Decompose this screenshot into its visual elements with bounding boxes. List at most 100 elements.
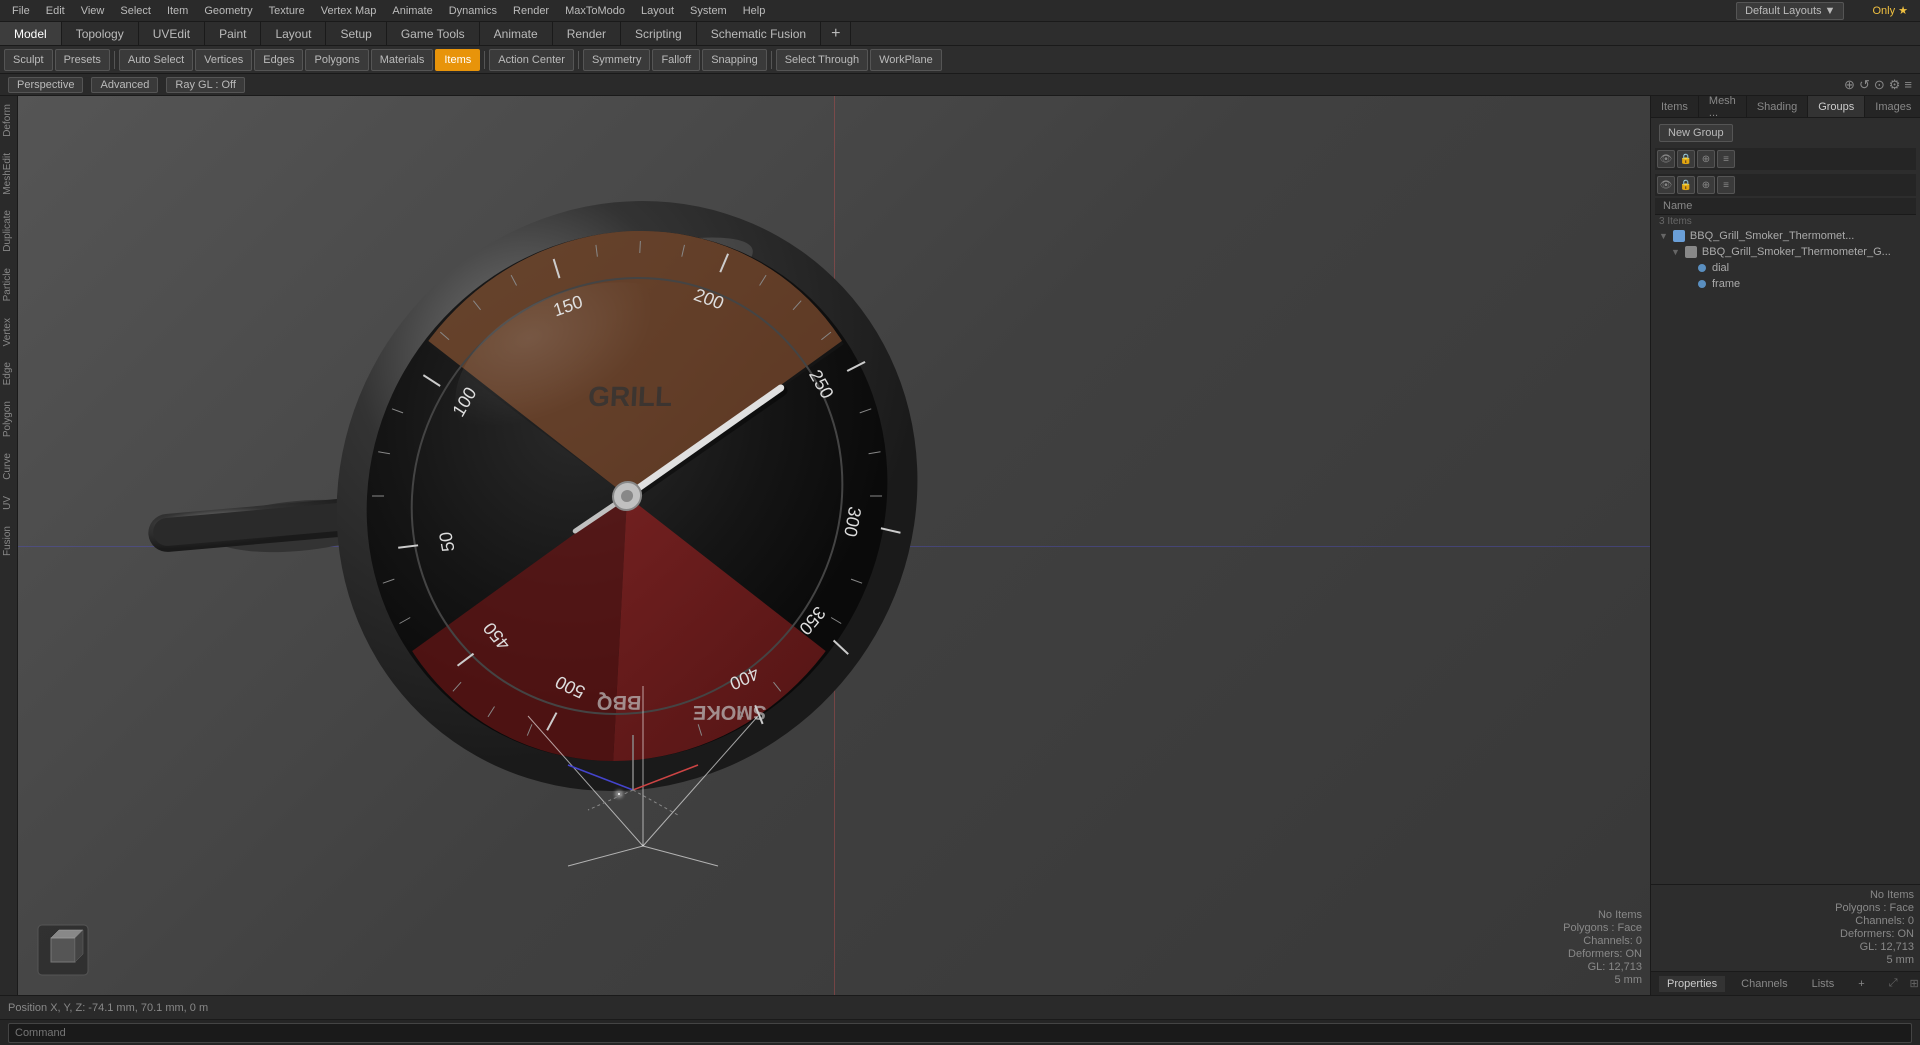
tab-uvedit[interactable]: UVEdit	[139, 22, 205, 45]
scene-btn-7[interactable]: ⊕	[1697, 176, 1715, 194]
left-sidebar: Deform MeshEdit Duplicate Particle Verte…	[0, 96, 18, 995]
advanced-button[interactable]: Advanced	[91, 77, 158, 93]
vp-icon-3[interactable]: ⊙	[1874, 77, 1885, 93]
svg-text:BBQ: BBQ	[596, 691, 642, 713]
tab-setup[interactable]: Setup	[326, 22, 386, 45]
perspective-button[interactable]: Perspective	[8, 77, 83, 93]
command-input[interactable]	[8, 1023, 1912, 1043]
vp-icon-5[interactable]: ≡	[1904, 77, 1912, 93]
tab-add[interactable]: +	[821, 22, 851, 45]
tab-scripting[interactable]: Scripting	[621, 22, 697, 45]
tab-topology[interactable]: Topology	[62, 22, 139, 45]
left-tab-particle[interactable]: Particle	[0, 260, 17, 309]
workplane-button[interactable]: WorkPlane	[870, 49, 942, 71]
tab-paint[interactable]: Paint	[205, 22, 261, 45]
menu-item-file[interactable]: File	[4, 3, 38, 19]
falloff-button[interactable]: Falloff	[652, 49, 700, 71]
menu-item-layout[interactable]: Layout	[633, 3, 682, 19]
scene-btn-3[interactable]: ⊕	[1697, 150, 1715, 168]
viewport-icons: ⊕ ↺ ⊙ ⚙ ≡	[1844, 77, 1912, 93]
left-tab-fusion[interactable]: Fusion	[0, 518, 17, 564]
menu-item-maxtomodo[interactable]: MaxToModo	[557, 3, 633, 19]
scene-btn-6[interactable]: 🔒	[1677, 176, 1695, 194]
menu-item-geometry[interactable]: Geometry	[196, 3, 260, 19]
menu-item-view[interactable]: View	[73, 3, 113, 19]
tab-layout[interactable]: Layout	[261, 22, 326, 45]
scene-item-mesh1[interactable]: ▼ BBQ_Grill_Smoker_Thermometer_G...	[1655, 244, 1916, 260]
menu-item-item[interactable]: Item	[159, 3, 196, 19]
scene-btn-1[interactable]: 👁	[1657, 150, 1675, 168]
scene-btn-4[interactable]: ≡	[1717, 150, 1735, 168]
scene-item-frame[interactable]: frame	[1655, 276, 1916, 292]
dial-icon	[1698, 264, 1706, 272]
edges-button[interactable]: Edges	[254, 49, 303, 71]
left-tab-deform[interactable]: Deform	[0, 96, 17, 145]
ray-gl-button[interactable]: Ray GL : Off	[166, 77, 245, 93]
bottom-tab-channels[interactable]: Channels	[1733, 976, 1795, 992]
bottom-tab-properties[interactable]: Properties	[1659, 976, 1725, 992]
scene-item-group[interactable]: ▼ BBQ_Grill_Smoker_Thermomet...	[1655, 228, 1916, 244]
left-tab-polygon[interactable]: Polygon	[0, 393, 17, 445]
scene-btn-2[interactable]: 🔒	[1677, 150, 1695, 168]
left-tab-curve[interactable]: Curve	[0, 445, 17, 488]
right-tab-groups[interactable]: Groups	[1808, 96, 1865, 117]
sculpt-button[interactable]: Sculpt	[4, 49, 53, 71]
presets-button[interactable]: Presets	[55, 49, 110, 71]
bottom-tab-add[interactable]: +	[1850, 976, 1872, 992]
right-tab-shading[interactable]: Shading	[1747, 96, 1808, 117]
left-tab-vertex[interactable]: Vertex	[0, 310, 17, 354]
scene-btn-5[interactable]: 👁	[1657, 176, 1675, 194]
menu-item-vertexmap[interactable]: Vertex Map	[313, 3, 385, 19]
tab-animate[interactable]: Animate	[480, 22, 553, 45]
menu-bar: File Edit View Select Item Geometry Text…	[0, 0, 1920, 22]
expand-arrow-1: ▼	[1659, 231, 1668, 241]
materials-button[interactable]: Materials	[371, 49, 434, 71]
name-column-header: Name	[1655, 198, 1916, 215]
scene-btn-8[interactable]: ≡	[1717, 176, 1735, 194]
select-through-button[interactable]: Select Through	[776, 49, 868, 71]
menu-item-help[interactable]: Help	[735, 3, 774, 19]
new-group-btn[interactable]: New Group	[1659, 124, 1733, 142]
items-button[interactable]: Items	[435, 49, 480, 71]
left-tab-duplicate[interactable]: Duplicate	[0, 202, 17, 260]
menu-item-edit[interactable]: Edit	[38, 3, 73, 19]
bottom-tab-lists[interactable]: Lists	[1804, 976, 1843, 992]
right-tab-items[interactable]: Items	[1651, 96, 1699, 117]
menu-item-render[interactable]: Render	[505, 3, 557, 19]
menu-item-animate[interactable]: Animate	[384, 3, 440, 19]
left-tab-uv[interactable]: UV	[0, 488, 17, 518]
layout-selector[interactable]: Default Layouts ▼	[1736, 2, 1844, 20]
left-tab-edge[interactable]: Edge	[0, 354, 17, 393]
menu-item-system[interactable]: System	[682, 3, 735, 19]
vertices-button[interactable]: Vertices	[195, 49, 252, 71]
tab-gametools[interactable]: Game Tools	[387, 22, 480, 45]
tab-schematic[interactable]: Schematic Fusion	[697, 22, 821, 45]
action-center-button[interactable]: Action Center	[489, 49, 574, 71]
scene-icon-toolbar: 👁 🔒 ⊕ ≡	[1655, 148, 1916, 170]
menu-item-select[interactable]: Select	[112, 3, 159, 19]
vp-icon-2[interactable]: ↺	[1859, 77, 1870, 93]
star-label: Only ★	[1864, 2, 1916, 19]
symmetry-button[interactable]: Symmetry	[583, 49, 651, 71]
resize-icon-1[interactable]: ⤢	[1889, 977, 1898, 990]
menu-item-dynamics[interactable]: Dynamics	[441, 3, 505, 19]
resize-icon-2[interactable]: ⊞	[1910, 977, 1919, 990]
origin-point	[618, 793, 620, 795]
vp-icon-4[interactable]: ⚙	[1889, 77, 1901, 93]
right-tab-mesh[interactable]: Mesh ...	[1699, 96, 1747, 117]
auto-select-button[interactable]: Auto Select	[119, 49, 193, 71]
scene-item-dial[interactable]: dial	[1655, 260, 1916, 276]
channels-info: Channels: 0	[1563, 935, 1642, 947]
info-gl: GL: 12,713	[1657, 941, 1914, 953]
snapping-button[interactable]: Snapping	[702, 49, 767, 71]
polygons-button[interactable]: Polygons	[305, 49, 368, 71]
right-panel-content: New Group 👁 🔒 ⊕ ≡ 👁 🔒 ⊕ ≡ Name 3 Items	[1651, 118, 1920, 884]
tab-render[interactable]: Render	[553, 22, 621, 45]
left-tab-meshedit[interactable]: MeshEdit	[0, 145, 17, 203]
tab-model[interactable]: Model	[0, 22, 62, 45]
info-polygons: Polygons : Face	[1657, 902, 1914, 914]
right-tab-images[interactable]: Images	[1865, 96, 1920, 117]
menu-item-texture[interactable]: Texture	[261, 3, 313, 19]
viewport[interactable]: GRILL SMOKE BBQ	[18, 96, 1650, 995]
vp-icon-1[interactable]: ⊕	[1844, 77, 1855, 93]
